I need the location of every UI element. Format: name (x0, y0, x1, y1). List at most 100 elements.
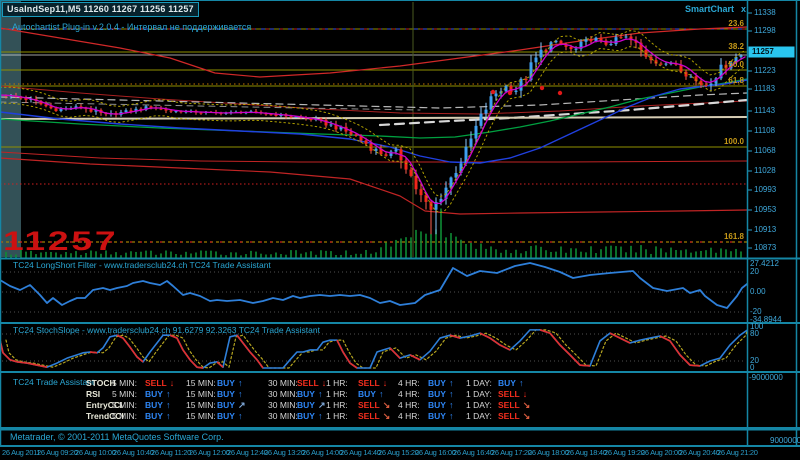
down-right-arrow-icon: ↘ (382, 400, 391, 410)
up-arrow-icon: ↑ (448, 411, 454, 421)
time-axis-label: 26 Aug 20:40 (679, 448, 720, 457)
ta-timeframe-label: 4 HR: (398, 378, 420, 388)
indicator-scale-label: 80 (750, 329, 759, 338)
ta-signal-value: BUY ↑ (145, 389, 171, 399)
time-axis-label: 26 Aug 17:20 (491, 448, 532, 457)
up-arrow-icon: ↑ (448, 378, 454, 388)
down-right-arrow-icon: ↘ (522, 411, 531, 421)
up-arrow-icon: ↑ (165, 411, 171, 421)
time-axis-label: 26 Aug 13:20 (264, 448, 305, 457)
ta-timeframe-label: 1 DAY: (466, 389, 492, 399)
status-bar: Metatrader, © 2001-2011 MetaQuotes Softw… (10, 432, 224, 442)
ta-timeframe-label: 30 MIN: (268, 400, 298, 410)
price-axis-label: 10993 (754, 185, 777, 194)
ta-signal-value: SELL ↘ (498, 411, 531, 421)
autochartist-message: Autochartist Plug-in v.2.0.4 - Интервал … (12, 22, 252, 32)
time-axis-label: 26 Aug 21:20 (717, 448, 758, 457)
ta-timeframe-label: 1 HR: (326, 411, 348, 421)
time-axis-label: 26 Aug 16:00 (415, 448, 456, 457)
up-arrow-icon: ↑ (448, 389, 454, 399)
fib-level-label: 61.8 (728, 76, 744, 85)
ta-timeframe-label: 15 MIN: (186, 411, 216, 421)
price-axis-label: 11298 (754, 26, 776, 35)
price-axis-label: 11183 (754, 84, 776, 93)
ta-signal-value: BUY ↑ (217, 378, 243, 388)
close-icon[interactable]: x (741, 5, 746, 14)
ta-timeframe-label: 30 MIN: (268, 378, 298, 388)
ta-signal-value: BUY ↗ (217, 400, 246, 410)
ta-timeframe-label: 1 DAY: (466, 378, 492, 388)
time-axis-label: 26 Aug 2011 (2, 448, 41, 457)
big-price-label: 11257 (3, 226, 119, 256)
up-arrow-icon: ↑ (518, 378, 524, 388)
time-axis-label: 26 Aug 14:00 (302, 448, 343, 457)
time-axis-label: 26 Aug 09:20 (37, 448, 78, 457)
ta-timeframe-label: 30 MIN: (268, 389, 298, 399)
fib-level-label: 161.8 (723, 232, 744, 241)
ta-timeframe-label: 4 HR: (398, 411, 420, 421)
ta-signal-value: SELL ↘ (358, 400, 391, 410)
indicator-scale-label: 20 (750, 267, 759, 276)
ta-timeframe-label: 1 HR: (326, 389, 348, 399)
time-axis-label: 26 Aug 14:40 (340, 448, 381, 457)
time-axis-label: 26 Aug 18:00 (528, 448, 569, 457)
trade-assistant-title: TC24 Trade Assistant (13, 377, 95, 387)
down-right-arrow-icon: ↘ (522, 400, 531, 410)
time-axis-label: 26 Aug 16:40 (453, 448, 494, 457)
fib-level-label: 50.0 (728, 60, 744, 69)
up-arrow-icon: ↑ (237, 389, 243, 399)
price-axis-label: 11223 (754, 66, 776, 75)
ta-signal-value: BUY ↑ (428, 389, 454, 399)
up-arrow-icon: ↑ (317, 389, 323, 399)
up-arrow-icon: ↑ (237, 378, 243, 388)
time-axis-label: 26 Aug 19:20 (604, 448, 645, 457)
panel3-scale-top: -9000000 (749, 373, 783, 382)
ta-timeframe-label: 5 MIN: (112, 389, 138, 399)
time-axis-label: 26 Aug 10:40 (113, 448, 154, 457)
ta-signal-value: SELL ↓ (498, 389, 528, 399)
down-arrow-icon: ↓ (522, 389, 528, 399)
down-arrow-icon: ↓ (382, 378, 388, 388)
ta-signal-value: SELL ↘ (358, 411, 391, 421)
down-arrow-icon: ↓ (169, 378, 175, 388)
ta-signal-value: BUY ↑ (145, 400, 171, 410)
price-axis-label: 11108 (754, 126, 776, 135)
indicator-scale-label: 0.00 (750, 287, 766, 296)
time-axis-label: 26 Aug 18:40 (566, 448, 607, 457)
fib-level-label: 23.6 (728, 19, 744, 28)
ta-timeframe-label: 5 MIN: (112, 378, 138, 388)
price-axis-label: 10953 (754, 205, 777, 214)
ta-signal-value: BUY ↑ (217, 411, 243, 421)
time-axis-label: 26 Aug 12:40 (227, 448, 268, 457)
ta-signal-value: BUY ↑ (428, 400, 454, 410)
time-axis-label: 26 Aug 10:00 (75, 448, 116, 457)
ta-timeframe-label: 15 MIN: (186, 400, 216, 410)
ta-timeframe-label: 5 MIN: (112, 400, 138, 410)
price-axis-label: 11028 (754, 166, 776, 175)
ta-timeframe-label: 1 DAY: (466, 400, 492, 410)
smartchart-tab-label[interactable]: SmartChart (685, 5, 734, 14)
ta-signal-value: BUY ↑ (217, 389, 243, 399)
ta-timeframe-label: 1 HR: (326, 400, 348, 410)
ta-signal-value: SELL ↘ (498, 400, 531, 410)
panel3-scale-bottom: 9000000 (770, 436, 800, 445)
indicator2-title: TC24 StochSlope - www.tradersclub24.ch 9… (13, 325, 320, 335)
ta-row-name-rsi: RSI (86, 389, 101, 399)
time-axis-label: 26 Aug 20:00 (641, 448, 682, 457)
ta-signal-value: BUY ↑ (297, 389, 323, 399)
ta-timeframe-label: 4 HR: (398, 400, 420, 410)
ta-signal-value: SELL ↓ (145, 378, 175, 388)
ta-signal-value: BUY ↑ (297, 411, 323, 421)
ta-timeframe-label: 15 MIN: (186, 389, 216, 399)
ta-signal-value: BUY ↗ (297, 400, 326, 410)
price-axis-label: 11143 (754, 106, 776, 115)
ta-timeframe-label: 4 HR: (398, 389, 420, 399)
up-arrow-icon: ↑ (237, 411, 243, 421)
up-arrow-icon: ↑ (378, 389, 384, 399)
ta-timeframe-label: 1 HR: (326, 378, 348, 388)
ta-timeframe-label: 1 DAY: (466, 411, 492, 421)
ta-timeframe-label: 5 MIN: (112, 411, 138, 421)
up-arrow-icon: ↑ (448, 400, 454, 410)
price-axis-label: 10873 (754, 243, 777, 252)
chart-title-ohlc: UsaIndSep11,M5 11260 11267 11256 11257 (2, 2, 199, 17)
